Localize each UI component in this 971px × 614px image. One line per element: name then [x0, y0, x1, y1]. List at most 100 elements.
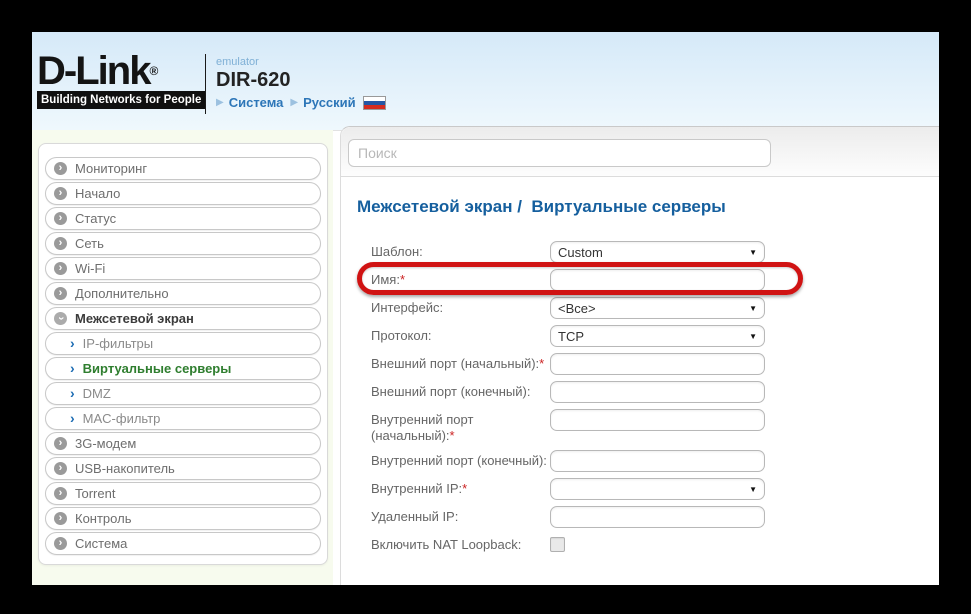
sidebar-item-label: Виртуальные серверы [83, 361, 232, 376]
sidebar-item-label: MAC-фильтр [83, 411, 161, 426]
sidebar-item-label: Начало [75, 186, 120, 201]
sidebar-item-mac-filter[interactable]: › MAC-фильтр [45, 407, 321, 430]
chevron-right-circle-icon: › [54, 212, 67, 225]
nat-loopback-checkbox[interactable] [550, 537, 565, 552]
form-row-protocol: Протокол:TCP▼ [371, 325, 791, 347]
field-label: Протокол: [371, 325, 550, 344]
template-select[interactable]: Custom ▼ [550, 241, 765, 263]
sidebar-item-label: Система [75, 536, 127, 551]
field-label: Включить NAT Loopback: [371, 534, 550, 553]
form-row-int-port-start: Внутренний порт (начальный):* [371, 409, 791, 444]
screen: D-Link® Building Networks for People emu… [0, 0, 971, 614]
form-row-ext-port-end: Внешний порт (конечный): [371, 381, 791, 403]
select-value: TCP [558, 329, 584, 344]
remote-ip-input[interactable] [550, 506, 765, 528]
triangle-right-icon: ▶ [216, 97, 224, 108]
sidebar-item-virtual-servers[interactable]: ›Виртуальные серверы [45, 357, 321, 380]
form-row-template: Шаблон: Custom ▼ [371, 241, 791, 263]
sidebar-item-ip-filters[interactable]: ›IP-фильтры [45, 332, 321, 355]
sidebar-item-home[interactable]: › Начало [45, 182, 321, 205]
sidebar-item-advanced[interactable]: › Дополнительно [45, 282, 321, 305]
chevron-right-circle-icon: › [54, 287, 67, 300]
sidebar-item-label: Wi-Fi [75, 261, 105, 276]
sidebar-item-label: Torrent [75, 486, 115, 501]
ext-port-end-input[interactable] [550, 381, 765, 403]
chevron-right-circle-icon: › [54, 237, 67, 250]
search-input[interactable] [348, 139, 771, 167]
logo-text: D-Link® [37, 52, 205, 90]
field-label: Внутренний IP:* [371, 478, 550, 497]
sidebar-item-dmz[interactable]: › DMZ [45, 382, 321, 405]
dropdown-arrow-icon: ▼ [749, 248, 757, 257]
chevron-down-circle-icon: › [54, 312, 67, 325]
internal-ip-select[interactable]: ▼ [550, 478, 765, 500]
ext-port-start-input[interactable] [550, 353, 765, 375]
select-value: Custom [558, 245, 603, 260]
header: D-Link® Building Networks for People emu… [32, 32, 939, 131]
header-nav: ▶ Система ▶ Русский [216, 95, 386, 110]
router-admin-window: D-Link® Building Networks for People emu… [32, 32, 939, 585]
dlink-logo: D-Link® Building Networks for People [37, 52, 205, 109]
sidebar-item-wifi[interactable]: › Wi-Fi [45, 257, 321, 280]
protocol-select[interactable]: TCP▼ [550, 325, 765, 347]
sidebar-item-label: IP-фильтры [83, 336, 153, 351]
sidebar-item-label: Сеть [75, 236, 104, 251]
sidebar-item-label: Мониторинг [75, 161, 147, 176]
nav-link-language[interactable]: Русский [303, 95, 356, 110]
sidebar-item-label: 3G-модем [75, 436, 136, 451]
select-value: <Все> [558, 301, 596, 316]
chevron-right-circle-icon: › [54, 512, 67, 525]
sidebar-item-label: Статус [75, 211, 116, 226]
page-title: Межсетевой экран / Виртуальные серверы [357, 197, 939, 217]
required-asterisk: * [462, 481, 467, 496]
logo-wordmark: D-Link [37, 49, 149, 93]
sidebar-item-monitoring[interactable]: › Мониторинг [45, 157, 321, 180]
form-row-internal-ip: Внутренний IP:*▼ [371, 478, 791, 500]
required-asterisk: * [539, 356, 544, 371]
search-bar [341, 127, 939, 177]
sidebar-item-label: Дополнительно [75, 286, 169, 301]
field-label: Удаленный IP: [371, 506, 550, 525]
chevron-right-circle-icon: › [54, 437, 67, 450]
sidebar-item-label: Контроль [75, 511, 131, 526]
chevron-right-circle-icon: › [54, 462, 67, 475]
dropdown-arrow-icon: ▼ [749, 304, 757, 313]
sidebar-item-status[interactable]: › Статус [45, 207, 321, 230]
interface-select[interactable]: <Все> ▼ [550, 297, 765, 319]
model-name: DIR-620 [216, 69, 386, 92]
field-label: Внешний порт (конечный): [371, 381, 550, 400]
sidebar-item-label: USB-накопитель [75, 461, 175, 476]
sidebar-item-network[interactable]: › Сеть [45, 232, 321, 255]
chevron-right-icon: › [70, 411, 75, 425]
sidebar-item-firewall[interactable]: › Межсетевой экран [45, 307, 321, 330]
form-row-name: Имя:* [371, 269, 791, 291]
chevron-right-icon: › [70, 386, 75, 400]
chevron-right-circle-icon: › [54, 162, 67, 175]
field-label: Шаблон: [371, 241, 550, 260]
logo-tagline: Building Networks for People [37, 91, 205, 109]
triangle-right-icon: ▶ [290, 97, 298, 108]
sidebar-item-system[interactable]: ›Система [45, 532, 321, 555]
form-row-ext-port-start: Внешний порт (начальный):* [371, 353, 791, 375]
int-port-start-input[interactable] [550, 409, 765, 431]
sidebar-item-label: DMZ [83, 386, 111, 401]
field-label: Внутренний порт (начальный):* [371, 409, 550, 444]
field-label: Внутренний порт (конечный): [371, 450, 550, 469]
required-asterisk: * [400, 272, 405, 287]
int-port-end-input[interactable] [550, 450, 765, 472]
sidebar-item-usb-storage[interactable]: › USB-накопитель [45, 457, 321, 480]
sidebar-item-label: Межсетевой экран [75, 311, 194, 326]
sidebar-item-torrent[interactable]: ›Torrent [45, 482, 321, 505]
nav-link-system[interactable]: Система [229, 95, 284, 110]
field-label: Внешний порт (начальный):* [371, 353, 550, 372]
russian-flag-icon [363, 96, 386, 110]
form-row-remote-ip: Удаленный IP: [371, 506, 791, 528]
sidebar-menu: › Мониторинг › Начало › Статус › Сеть › Wi-Fi › Доп… [38, 143, 328, 565]
chevron-right-circle-icon: › [54, 187, 67, 200]
sidebar-item-control[interactable]: › Контроль [45, 507, 321, 530]
form-row-nat-loopback: Включить NAT Loopback: [371, 534, 791, 556]
name-input[interactable] [550, 269, 765, 291]
sidebar-item-3g-modem[interactable]: › 3G-модем [45, 432, 321, 455]
chevron-right-circle-icon: › [54, 262, 67, 275]
emulator-label: emulator [216, 56, 386, 68]
